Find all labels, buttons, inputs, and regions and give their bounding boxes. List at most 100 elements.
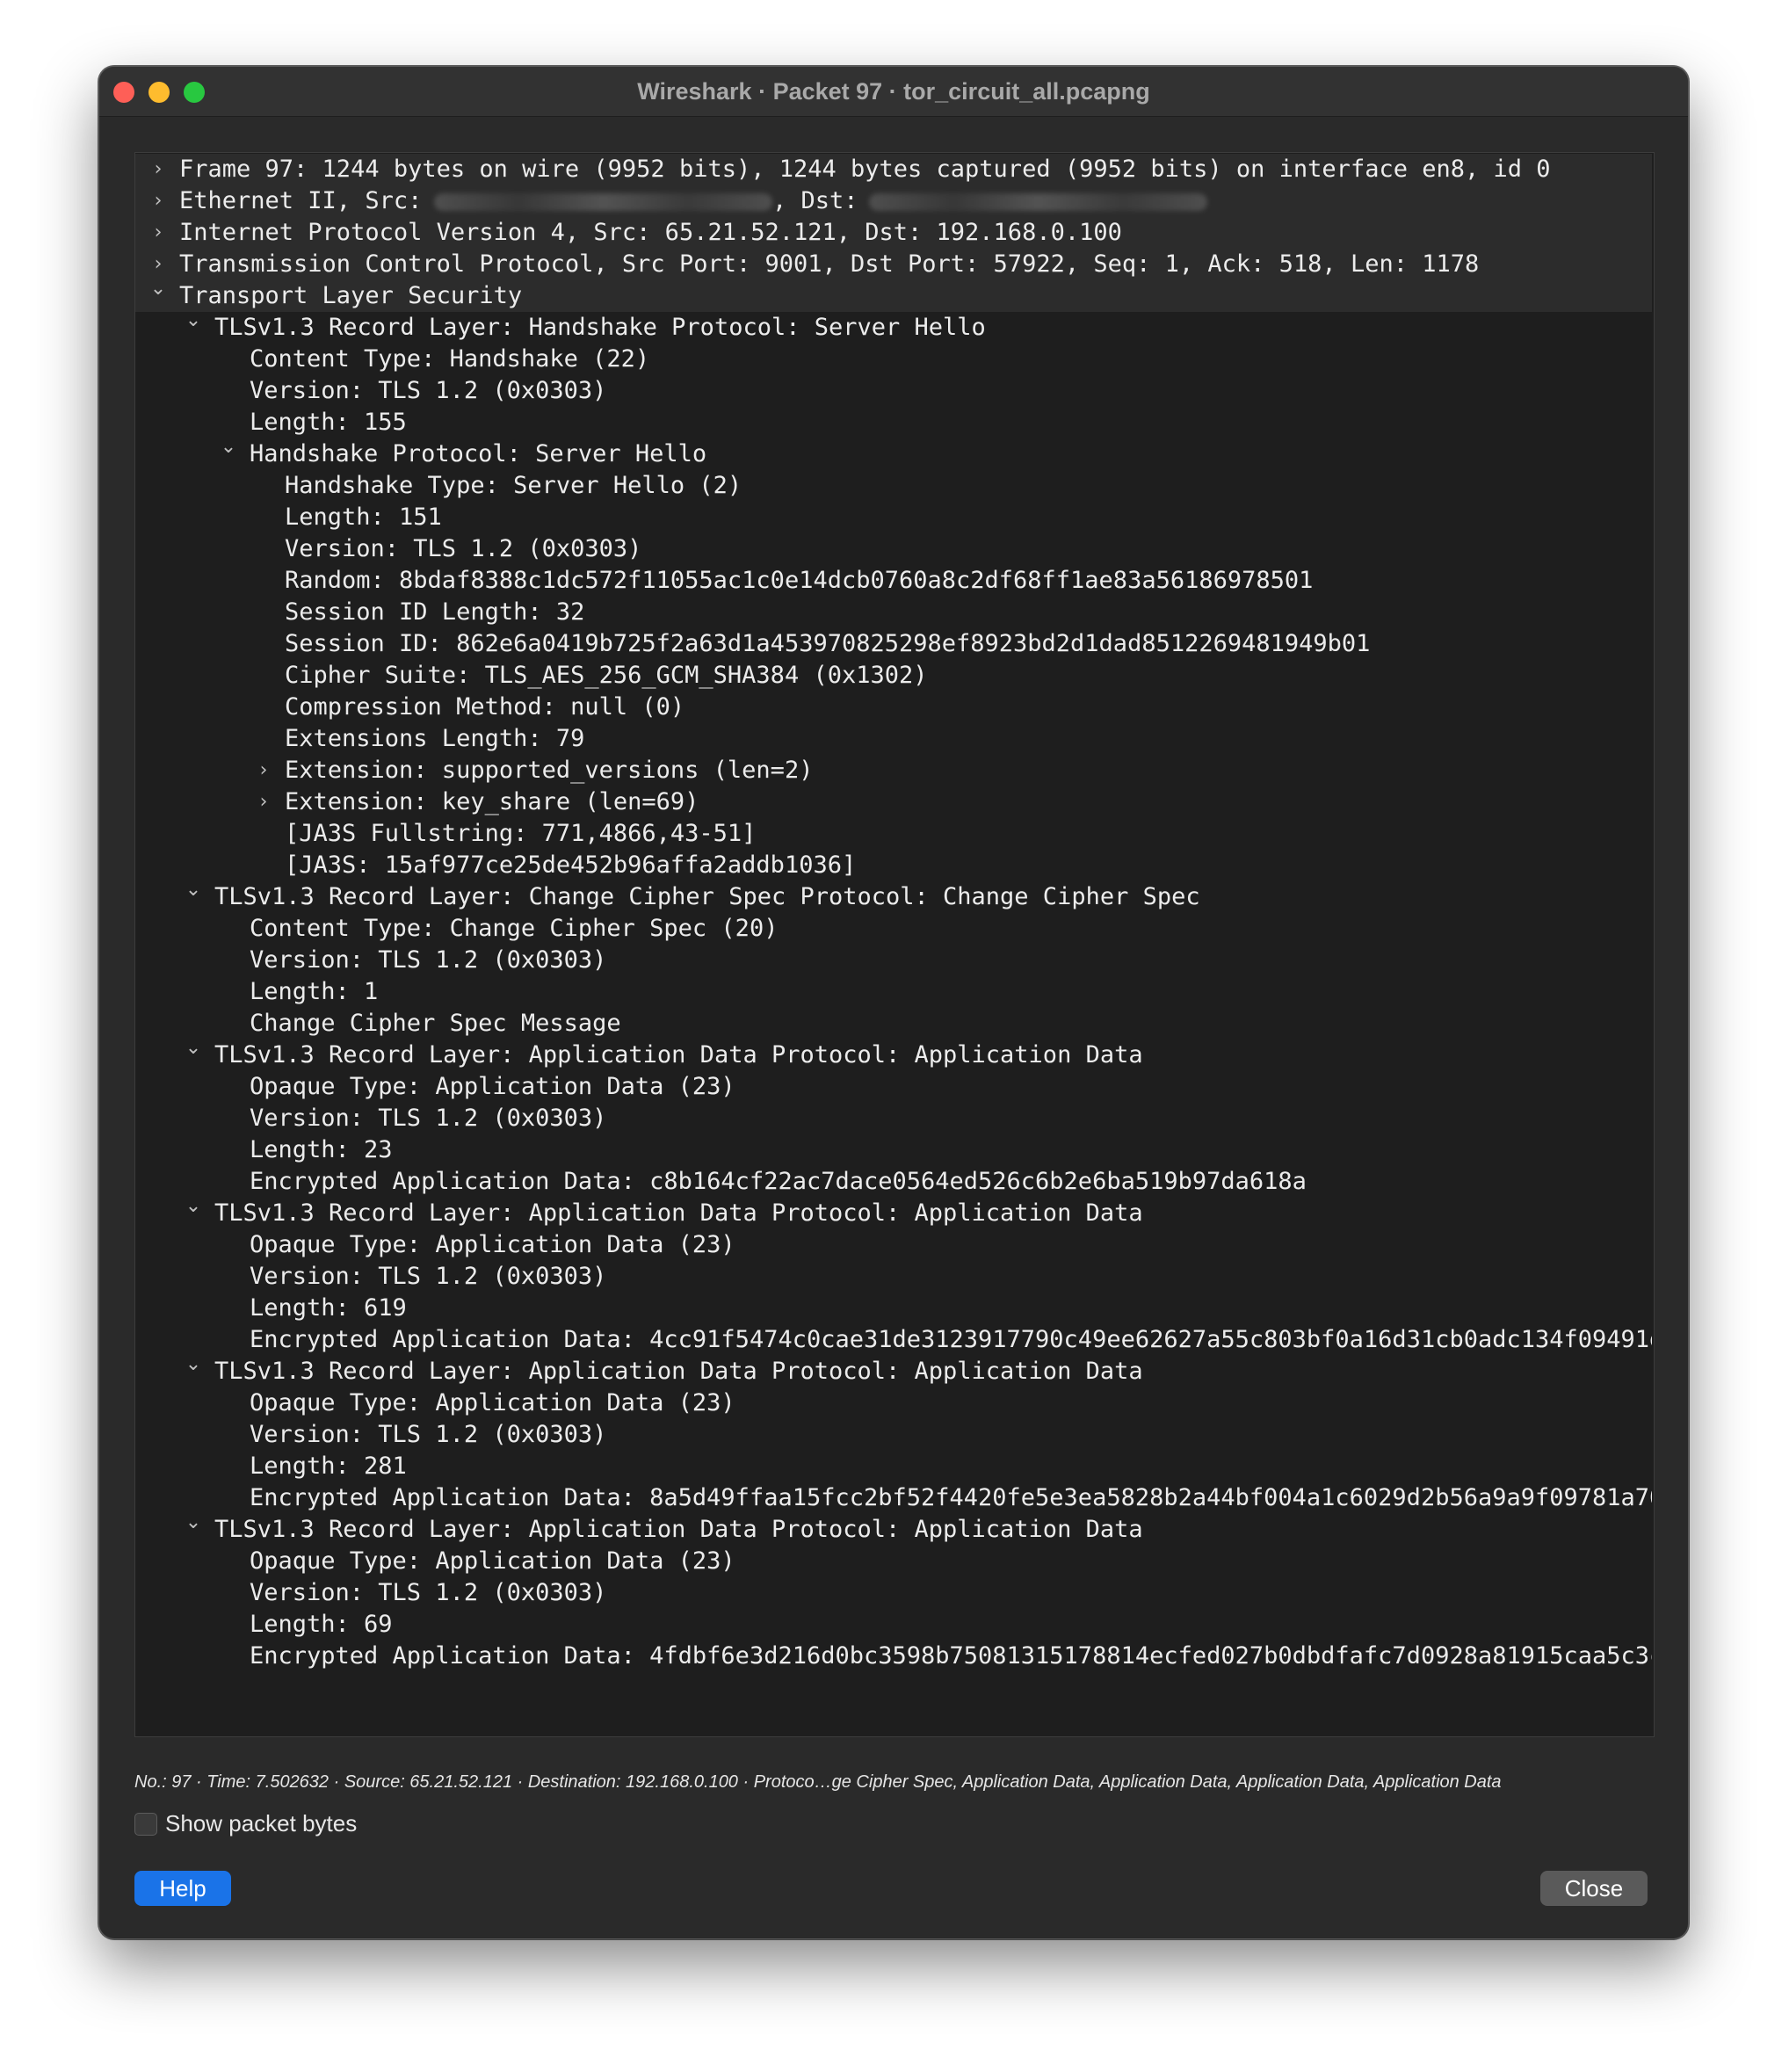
tree-row-text: Length: 23	[250, 1136, 393, 1163]
tree-row-text: Length: 155	[250, 409, 407, 436]
redacted-src-mac	[434, 192, 772, 211]
tree-row[interactable]: ⌄ TLSv1.3 Record Layer: Application Data …	[135, 1356, 1652, 1387]
tree-row[interactable]: Version: TLS 1.2 (0x0303)	[135, 1419, 1652, 1451]
tree-row[interactable]: Version: TLS 1.2 (0x0303)	[135, 945, 1652, 976]
show-packet-bytes-checkbox[interactable]	[134, 1813, 157, 1836]
tree-row-text: Extensions Length: 79	[285, 725, 585, 752]
tree-row[interactable]: Version: TLS 1.2 (0x0303)	[135, 1103, 1652, 1134]
tree-row-text: Encrypted Application Data: 4fdbf6e3d216…	[250, 1642, 1652, 1670]
expanded-chevron-icon[interactable]: ⌄	[185, 1198, 202, 1222]
tree-row-text: Transport Layer Security	[179, 282, 523, 309]
tree-row[interactable]: Length: 155	[135, 407, 1652, 438]
tree-row[interactable]: Extensions Length: 79	[135, 723, 1652, 755]
tree-row-text: Opaque Type: Application Data (23)	[250, 1547, 735, 1575]
tree-row[interactable]: › Ethernet II, Src: , Dst:	[135, 185, 1652, 217]
tree-row[interactable]: [JA3S: 15af977ce25de452b96affa2addb1036]	[135, 850, 1652, 881]
tree-row-text: Session ID Length: 32	[285, 598, 585, 626]
close-button[interactable]: Close	[1540, 1871, 1648, 1906]
collapsed-chevron-icon[interactable]: ›	[149, 154, 167, 185]
collapsed-chevron-icon[interactable]: ›	[149, 217, 167, 249]
tree-row[interactable]: Content Type: Handshake (22)	[135, 344, 1652, 375]
expanded-chevron-icon[interactable]: ⌄	[220, 438, 237, 463]
title-bar[interactable]: Wireshark · Packet 97 · tor_circuit_all.…	[99, 67, 1688, 117]
tree-row[interactable]: Length: 69	[135, 1609, 1652, 1641]
tree-row-text: Handshake Protocol: Server Hello	[250, 440, 707, 467]
tree-row[interactable]: Encrypted Application Data: 4cc91f5474c0…	[135, 1324, 1652, 1356]
tree-row[interactable]: Cipher Suite: TLS_AES_256_GCM_SHA384 (0x…	[135, 660, 1652, 692]
tree-row[interactable]: Version: TLS 1.2 (0x0303)	[135, 1261, 1652, 1293]
tree-row[interactable]: Change Cipher Spec Message	[135, 1008, 1652, 1040]
tree-row[interactable]: Encrypted Application Data: 8a5d49ffaa15…	[135, 1482, 1652, 1514]
tree-row[interactable]: ⌄ Handshake Protocol: Server Hello	[135, 438, 1652, 470]
tree-row-text: TLSv1.3 Record Layer: Application Data P…	[214, 1516, 1143, 1543]
tree-row[interactable]: Length: 151	[135, 502, 1652, 533]
tree-row[interactable]: ⌄ TLSv1.3 Record Layer: Application Data …	[135, 1198, 1652, 1229]
tree-row[interactable]: Length: 619	[135, 1293, 1652, 1324]
packet-summary-status: No.: 97 · Time: 7.502632 · Source: 65.21…	[134, 1772, 1502, 1792]
tree-row-text: Frame 97: 1244 bytes on wire (9952 bits)…	[179, 156, 1551, 183]
tree-row-text: TLSv1.3 Record Layer: Application Data P…	[214, 1041, 1143, 1069]
tree-row-text: Version: TLS 1.2 (0x0303)	[250, 377, 607, 404]
tree-row-text: Version: TLS 1.2 (0x0303)	[250, 1105, 607, 1132]
tree-row[interactable]: › Internet Protocol Version 4, Src: 65.21…	[135, 217, 1652, 249]
tree-row-text: Opaque Type: Application Data (23)	[250, 1389, 735, 1416]
expanded-chevron-icon[interactable]: ⌄	[185, 881, 202, 906]
tree-row-text: Version: TLS 1.2 (0x0303)	[285, 535, 642, 562]
tree-row[interactable]: Handshake Type: Server Hello (2)	[135, 470, 1652, 502]
tree-row-text: Ethernet II, Src:	[179, 187, 423, 214]
tree-row-text: Version: TLS 1.2 (0x0303)	[250, 1263, 607, 1290]
collapsed-chevron-icon[interactable]: ›	[149, 185, 167, 217]
tree-row[interactable]: Version: TLS 1.2 (0x0303)	[135, 375, 1652, 407]
show-packet-bytes-label: Show packet bytes	[165, 1810, 358, 1837]
tree-row[interactable]: Opaque Type: Application Data (23)	[135, 1546, 1652, 1577]
tree-row[interactable]: [JA3S Fullstring: 771,4866,43-51]	[135, 818, 1652, 850]
tree-row[interactable]: › Transmission Control Protocol, Src Port…	[135, 249, 1652, 280]
tree-row[interactable]: Opaque Type: Application Data (23)	[135, 1229, 1652, 1261]
tree-row-text: Handshake Type: Server Hello (2)	[285, 472, 742, 499]
window-title: Wireshark · Packet 97 · tor_circuit_all.…	[637, 78, 1150, 105]
tree-row[interactable]: ⌄ TLSv1.3 Record Layer: Application Data …	[135, 1514, 1652, 1546]
tree-row[interactable]: Encrypted Application Data: c8b164cf22ac…	[135, 1166, 1652, 1198]
help-button[interactable]: Help	[134, 1871, 231, 1906]
tree-row-text: Content Type: Handshake (22)	[250, 345, 650, 373]
tree-row-text: Change Cipher Spec Message	[250, 1010, 621, 1037]
tree-row[interactable]: Encrypted Application Data: 4fdbf6e3d216…	[135, 1641, 1652, 1672]
collapsed-chevron-icon[interactable]: ›	[149, 249, 167, 280]
tree-row[interactable]: › Frame 97: 1244 bytes on wire (9952 bits…	[135, 154, 1652, 185]
tree-row[interactable]: Compression Method: null (0)	[135, 692, 1652, 723]
expanded-chevron-icon[interactable]: ⌄	[185, 312, 202, 337]
tree-row[interactable]: ⌄ Transport Layer Security	[135, 280, 1652, 312]
tree-row[interactable]: ⌄ TLSv1.3 Record Layer: Application Data …	[135, 1040, 1652, 1071]
tree-row[interactable]: Opaque Type: Application Data (23)	[135, 1387, 1652, 1419]
tree-row[interactable]: › Extension: key_share (len=69)	[135, 786, 1652, 818]
expanded-chevron-icon[interactable]: ⌄	[185, 1356, 202, 1380]
tree-row-text: Length: 1	[250, 978, 379, 1005]
tree-row-text: [JA3S Fullstring: 771,4866,43-51]	[285, 820, 757, 847]
tree-row[interactable]: Length: 281	[135, 1451, 1652, 1482]
tree-row-text: Session ID: 862e6a0419b725f2a63d1a453970…	[285, 630, 1371, 657]
expanded-chevron-icon[interactable]: ⌄	[185, 1514, 202, 1539]
expanded-chevron-icon[interactable]: ⌄	[185, 1040, 202, 1064]
packet-detail-tree[interactable]: › Frame 97: 1244 bytes on wire (9952 bits…	[134, 152, 1655, 1737]
expanded-chevron-icon[interactable]: ⌄	[149, 280, 167, 305]
tree-row[interactable]: Session ID Length: 32	[135, 597, 1652, 628]
tree-row[interactable]: Session ID: 862e6a0419b725f2a63d1a453970…	[135, 628, 1652, 660]
tree-row[interactable]: Content Type: Change Cipher Spec (20)	[135, 913, 1652, 945]
packet-dialog-window: Wireshark · Packet 97 · tor_circuit_all.…	[98, 66, 1689, 1939]
tree-row[interactable]: ⌄ TLSv1.3 Record Layer: Handshake Protoco…	[135, 312, 1652, 344]
tree-row[interactable]: Length: 23	[135, 1134, 1652, 1166]
collapsed-chevron-icon[interactable]: ›	[255, 755, 272, 786]
tree-row[interactable]: ⌄ TLSv1.3 Record Layer: Change Cipher Spe…	[135, 881, 1652, 913]
tree-row[interactable]: › Extension: supported_versions (len=2)	[135, 755, 1652, 786]
tree-row-text: Version: TLS 1.2 (0x0303)	[250, 946, 607, 974]
tree-row-text: Encrypted Application Data: 8a5d49ffaa15…	[250, 1484, 1652, 1511]
tree-row-text: Transmission Control Protocol, Src Port:…	[179, 250, 1480, 278]
collapsed-chevron-icon[interactable]: ›	[255, 786, 272, 818]
tree-row-text: Content Type: Change Cipher Spec (20)	[250, 915, 779, 942]
tree-row[interactable]: Random: 8bdaf8388c1dc572f11055ac1c0e14dc…	[135, 565, 1652, 597]
tree-row[interactable]: Version: TLS 1.2 (0x0303)	[135, 533, 1652, 565]
tree-row[interactable]: Opaque Type: Application Data (23)	[135, 1071, 1652, 1103]
tree-row-text: TLSv1.3 Record Layer: Handshake Protocol…	[214, 314, 986, 341]
tree-row[interactable]: Length: 1	[135, 976, 1652, 1008]
tree-row[interactable]: Version: TLS 1.2 (0x0303)	[135, 1577, 1652, 1609]
